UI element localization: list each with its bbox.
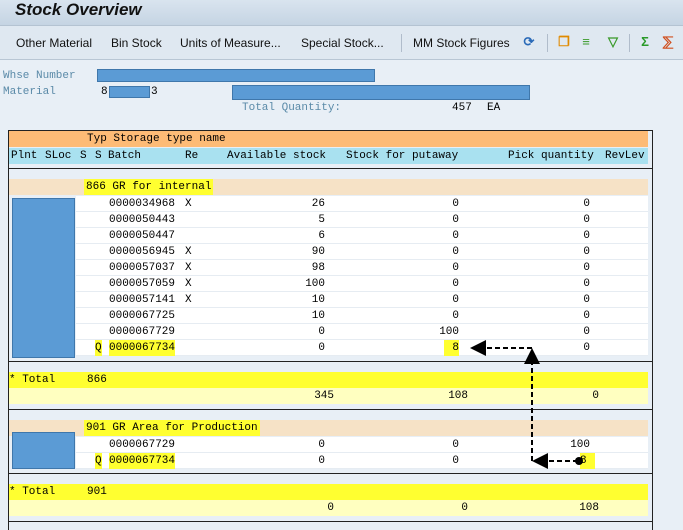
annotation-arrows	[470, 340, 583, 469]
arrow-origin-dot	[575, 457, 583, 465]
